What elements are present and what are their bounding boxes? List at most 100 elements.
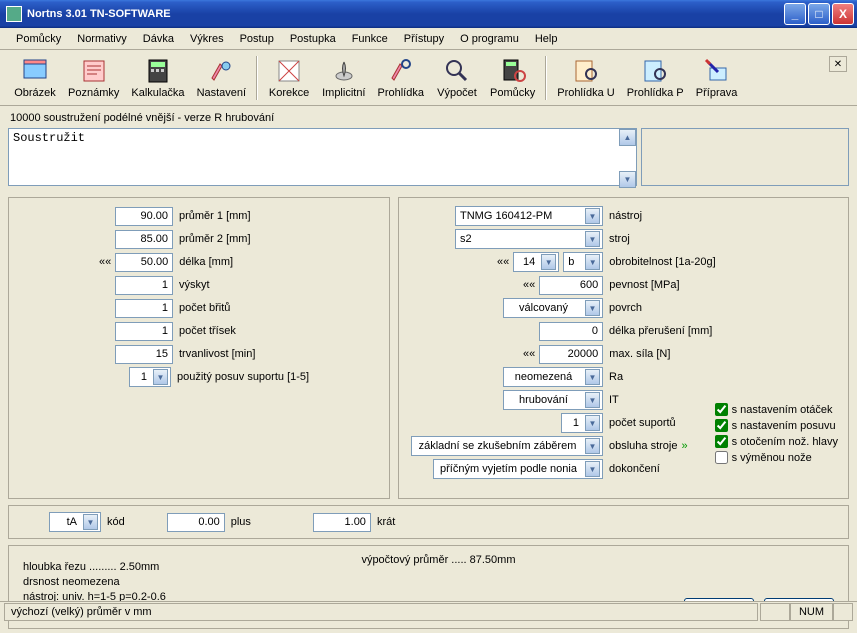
- field-label: průměr 2 [mm]: [179, 233, 251, 245]
- toolbar-separator: [545, 56, 547, 100]
- toolbar-prohlidka-p[interactable]: Prohlídka P: [621, 55, 690, 101]
- tool-select[interactable]: TNMG 160412-PM▼: [455, 206, 603, 226]
- prefix-link[interactable]: ««: [523, 279, 535, 291]
- status-cell: [760, 603, 790, 621]
- strength-input[interactable]: [539, 276, 603, 295]
- close-button[interactable]: X: [832, 3, 854, 25]
- checkbox[interactable]: [715, 419, 728, 432]
- toolbar-nastaveni[interactable]: Nastavení: [191, 55, 253, 101]
- value-input[interactable]: [115, 299, 173, 318]
- input-row: trvanlivost [min]: [115, 344, 377, 364]
- chevron-down-icon[interactable]: ▼: [585, 392, 600, 408]
- checkbox-group: s nastavením otáček s nastavením posuvu s …: [715, 403, 838, 467]
- left-panel: průměr 1 [mm] průměr 2 [mm] «« délka [mm] vý…: [8, 197, 390, 499]
- checkbox[interactable]: [715, 435, 728, 448]
- checkbox[interactable]: [715, 403, 728, 416]
- toolbar-pomucky[interactable]: Pomůcky: [484, 55, 541, 101]
- plus-input[interactable]: [167, 513, 225, 532]
- toolbar-prohlidka-u[interactable]: Prohlídka U: [551, 55, 620, 101]
- info-diameter: výpočtový průměr ..... 87.50mm: [361, 554, 515, 566]
- it-select[interactable]: hrubování▼: [503, 390, 603, 410]
- value-input[interactable]: [115, 253, 173, 272]
- checkbox-item[interactable]: s nastavením otáček: [715, 403, 838, 416]
- scroll-down-icon[interactable]: ▼: [619, 171, 636, 188]
- toolbar-obrazek[interactable]: Obrázek: [8, 55, 62, 101]
- chevron-down-icon[interactable]: ▼: [585, 415, 600, 431]
- app-icon: [6, 6, 22, 22]
- prefix-link[interactable]: ««: [497, 256, 509, 268]
- description-textarea[interactable]: Soustružit: [8, 128, 637, 186]
- machine-select[interactable]: s2▼: [455, 229, 603, 249]
- support-select[interactable]: 1▼: [561, 413, 603, 433]
- chevron-down-icon[interactable]: ▼: [585, 369, 600, 385]
- break-label: délka přerušení [mm]: [609, 325, 712, 337]
- input-row: průměr 1 [mm]: [115, 206, 377, 226]
- field-label: průměr 1 [mm]: [179, 210, 251, 222]
- finish-select[interactable]: příčným vyjetím podle nonia▼: [433, 459, 603, 479]
- menu-pristupy[interactable]: Přístupy: [396, 30, 452, 48]
- input-row: výskyt: [115, 275, 377, 295]
- toolbar-vypocet[interactable]: Výpočet: [430, 55, 484, 101]
- value-input[interactable]: [115, 230, 173, 249]
- chevron-down-icon[interactable]: ▼: [153, 369, 168, 385]
- menu-davka[interactable]: Dávka: [135, 30, 182, 48]
- close-panel-button[interactable]: ✕: [829, 56, 847, 72]
- menu-oprogramu[interactable]: O programu: [452, 30, 527, 48]
- prefix-link[interactable]: ««: [523, 348, 535, 360]
- checkbox-item[interactable]: s výměnou nože: [715, 451, 838, 464]
- menubar: Pomůcky Normativy Dávka Výkres Postup Po…: [0, 28, 857, 50]
- chevron-down-icon[interactable]: ▼: [541, 254, 556, 270]
- value-input[interactable]: [115, 276, 173, 295]
- toolbar-poznamky[interactable]: Poznámky: [62, 55, 125, 101]
- checkbox-label: s nastavením otáček: [732, 404, 833, 416]
- it-label: IT: [609, 394, 619, 406]
- menu-help[interactable]: Help: [527, 30, 566, 48]
- ra-select[interactable]: neomezená▼: [503, 367, 603, 387]
- menu-normativy[interactable]: Normativy: [69, 30, 135, 48]
- toolbar-kalkulacka[interactable]: Kalkulačka: [125, 55, 190, 101]
- value-input[interactable]: [115, 207, 173, 226]
- toolbar-prohlidka[interactable]: Prohlídka: [372, 55, 430, 101]
- scroll-up-icon[interactable]: ▲: [619, 129, 636, 146]
- chevron-down-icon[interactable]: ▼: [585, 208, 600, 224]
- mult-input[interactable]: [313, 513, 371, 532]
- checkbox[interactable]: [715, 451, 728, 464]
- input-row: počet břitů: [115, 298, 377, 318]
- menu-pomucky[interactable]: Pomůcky: [8, 30, 69, 48]
- code-select[interactable]: tA▼: [49, 512, 101, 532]
- surface-select[interactable]: válcovaný▼: [503, 298, 603, 318]
- obr-b-select[interactable]: b▼: [563, 252, 603, 272]
- obr-a-select[interactable]: 14▼: [513, 252, 559, 272]
- ra-label: Ra: [609, 371, 623, 383]
- operator-select[interactable]: základní se zkušebním záběrem▼: [411, 436, 603, 456]
- maximize-button[interactable]: □: [808, 3, 830, 25]
- break-input[interactable]: [539, 322, 603, 341]
- toolbar-priprava[interactable]: Příprava: [690, 55, 744, 101]
- chevron-down-icon[interactable]: ▼: [83, 514, 98, 530]
- chevron-down-icon[interactable]: ▼: [585, 461, 600, 477]
- feed-select[interactable]: 1▼: [129, 367, 171, 387]
- menu-postup[interactable]: Postup: [232, 30, 282, 48]
- toolbar-korekce[interactable]: Korekce: [262, 55, 316, 101]
- menu-vykres[interactable]: Výkres: [182, 30, 232, 48]
- chevron-down-icon[interactable]: ▼: [585, 438, 600, 454]
- arrow-indicator: »: [682, 440, 688, 452]
- minimize-button[interactable]: _: [784, 3, 806, 25]
- field-label: trvanlivost [min]: [179, 348, 255, 360]
- checkbox-item[interactable]: s otočením nož. hlavy: [715, 435, 838, 448]
- value-input[interactable]: [115, 322, 173, 341]
- value-input[interactable]: [115, 345, 173, 364]
- strength-label: pevnost [MPa]: [609, 279, 679, 291]
- chevron-down-icon[interactable]: ▼: [585, 231, 600, 247]
- code-panel: tA▼ kód plus krát: [8, 505, 849, 539]
- field-label: délka [mm]: [179, 256, 233, 268]
- force-input[interactable]: [539, 345, 603, 364]
- prefix-link[interactable]: ««: [99, 256, 111, 268]
- checkbox-item[interactable]: s nastavením posuvu: [715, 419, 838, 432]
- chevron-down-icon[interactable]: ▼: [585, 300, 600, 316]
- toolbar-implicitni[interactable]: Implicitní: [316, 55, 371, 101]
- menu-postupka[interactable]: Postupka: [282, 30, 344, 48]
- checkbox-label: s výměnou nože: [732, 452, 812, 464]
- chevron-down-icon[interactable]: ▼: [585, 254, 600, 270]
- menu-funkce[interactable]: Funkce: [344, 30, 396, 48]
